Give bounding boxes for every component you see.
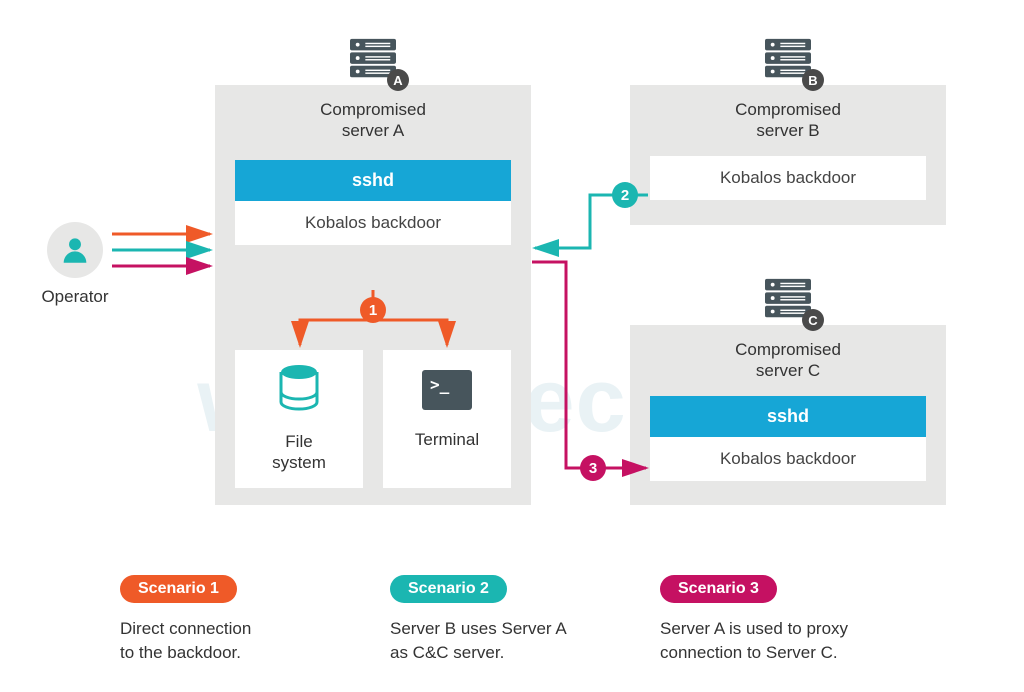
svg-text:>_: >_ xyxy=(430,375,450,394)
scenario-2-desc: Server B uses Server A as C&C server. xyxy=(390,617,567,665)
scenario-3: Scenario 3 Server A is used to proxy con… xyxy=(660,575,848,665)
badge-3: 3 xyxy=(580,455,606,481)
badge-2: 2 xyxy=(612,182,638,208)
server-c-title: Compromised server C xyxy=(630,339,946,382)
scenario-3-desc: Server A is used to proxy connection to … xyxy=(660,617,848,665)
server-b-title: Compromised server B xyxy=(630,99,946,142)
server-b-box: B Compromised server B Kobalos backdoor xyxy=(630,85,946,225)
scenario-2-pill: Scenario 2 xyxy=(390,575,507,603)
operator-label: Operator xyxy=(30,286,120,307)
server-a-box: A Compromised server A sshd Kobalos back… xyxy=(215,85,531,505)
badge-1: 1 xyxy=(360,297,386,323)
operator-icon xyxy=(47,222,103,278)
server-a-backdoor: Kobalos backdoor xyxy=(235,201,511,245)
terminal-card: >_ Terminal xyxy=(383,350,511,488)
server-b-backdoor: Kobalos backdoor xyxy=(650,156,926,200)
scenario-1-desc: Direct connection to the backdoor. xyxy=(120,617,251,665)
terminal-label: Terminal xyxy=(383,429,511,450)
terminal-icon: >_ xyxy=(420,368,474,412)
server-a-title: Compromised server A xyxy=(215,99,531,142)
server-a-badge: A xyxy=(387,69,409,91)
scenario-1-pill: Scenario 1 xyxy=(120,575,237,603)
scenario-2: Scenario 2 Server B uses Server A as C&C… xyxy=(390,575,567,665)
database-icon xyxy=(277,364,321,418)
server-c-backdoor: Kobalos backdoor xyxy=(650,437,926,481)
server-c-sshd: sshd xyxy=(650,396,926,437)
scenario-3-pill: Scenario 3 xyxy=(660,575,777,603)
server-a-sshd: sshd xyxy=(235,160,511,201)
server-b-badge: B xyxy=(802,69,824,91)
scenario-1: Scenario 1 Direct connection to the back… xyxy=(120,575,251,665)
server-c-badge: C xyxy=(802,309,824,331)
file-system-label: File system xyxy=(235,431,363,474)
file-system-card: File system xyxy=(235,350,363,488)
server-c-box: C Compromised server C sshd Kobalos back… xyxy=(630,325,946,505)
